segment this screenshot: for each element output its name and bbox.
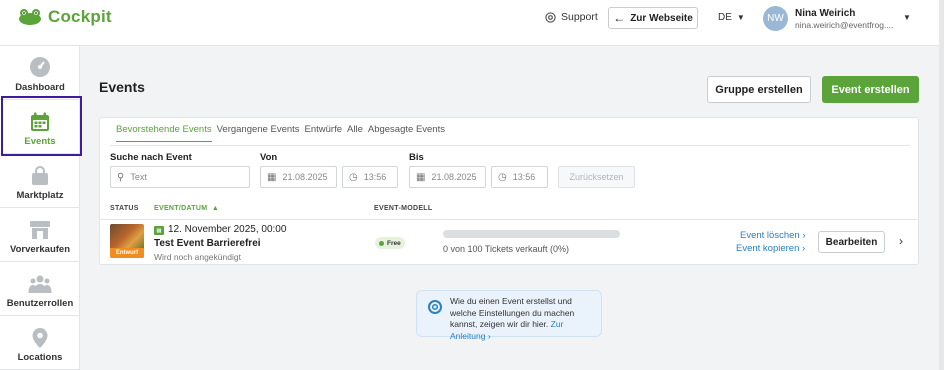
chevron-right-icon: › xyxy=(802,243,806,254)
user-name[interactable]: Nina Weirich xyxy=(795,8,855,19)
page-scrollbar[interactable] xyxy=(939,0,944,370)
tab-alle[interactable]: Alle xyxy=(347,124,363,142)
sidebar-item-dashboard[interactable]: Dashboard xyxy=(0,46,80,100)
gauge-icon xyxy=(30,57,50,77)
user-email: nina.weirich@eventfrog.... xyxy=(795,20,894,30)
sidebar-item-vorverkaufen[interactable]: Vorverkaufen xyxy=(0,208,80,262)
top-header: Cockpit Support ← Zur Webseite DE ▼ NW N… xyxy=(0,0,944,46)
language-select[interactable]: DE ▼ xyxy=(718,12,745,23)
column-header-event-date-label: EVENT/DATUM xyxy=(154,205,208,212)
page-title: Events xyxy=(99,79,145,95)
support-link[interactable]: Support xyxy=(545,11,598,23)
row-expand-chevron-icon[interactable]: › xyxy=(899,234,903,248)
sidebar-item-marktplatz[interactable]: Marktplatz xyxy=(0,154,80,208)
sort-ascending-icon: ▲ xyxy=(209,205,220,212)
tab-entwuerfe[interactable]: Entwürfe xyxy=(305,124,343,142)
chevron-right-icon: › xyxy=(802,230,806,241)
lifebuoy-icon xyxy=(545,11,556,23)
clock-icon: ◷ xyxy=(349,171,358,183)
help-info-box: Wie du einen Event erstellst und welche … xyxy=(416,290,602,341)
frog-icon xyxy=(19,9,41,25)
calendar-icon: ▦ xyxy=(267,171,277,183)
arrow-left-icon: ← xyxy=(613,11,626,25)
website-button-label: Zur Webseite xyxy=(630,12,693,24)
from-date-value: 21.08.2025 xyxy=(282,172,328,182)
table-divider xyxy=(100,219,918,220)
to-label: Bis xyxy=(409,152,424,163)
calendar-day-icon: ▦ xyxy=(154,226,164,235)
logo-text: Cockpit xyxy=(48,7,112,26)
event-tabs: Bevorstehende Events Vergangene Events E… xyxy=(116,124,450,142)
calendar-icon: ▦ xyxy=(416,171,426,183)
delete-event-label: Event löschen xyxy=(740,230,800,241)
column-header-status[interactable]: STATUS xyxy=(110,205,139,212)
support-label: Support xyxy=(561,11,598,23)
search-input[interactable]: ⚲ Text xyxy=(110,166,250,188)
search-label: Suche nach Event xyxy=(110,152,192,163)
event-model-badge: Free xyxy=(375,237,405,249)
event-thumbnail[interactable]: Entwurf xyxy=(110,224,144,258)
tabs-divider xyxy=(110,145,910,146)
column-header-event-date[interactable]: EVENT/DATUM ▲ xyxy=(154,205,219,212)
status-dot-icon xyxy=(379,240,384,246)
tab-abgesagte[interactable]: Abgesagte Events xyxy=(368,124,445,142)
tab-vergangene[interactable]: Vergangene Events xyxy=(217,124,300,142)
clock-icon: ◷ xyxy=(498,171,507,183)
copy-event-link[interactable]: Event kopieren › xyxy=(736,243,805,254)
events-card: Bevorstehende Events Vergangene Events E… xyxy=(99,117,919,265)
to-date-field[interactable]: ▦ 21.08.2025 xyxy=(409,166,486,188)
highlight-events-nav xyxy=(1,96,82,156)
chevron-down-icon: ▼ xyxy=(736,13,745,22)
create-event-button[interactable]: Event erstellen xyxy=(822,76,919,103)
to-time-field[interactable]: ◷ 13:56 xyxy=(491,166,548,188)
avatar[interactable]: NW xyxy=(763,6,788,31)
sidebar: Dashboard Events Marktplatz Vorverkaufen xyxy=(0,46,80,370)
cockpit-logo[interactable]: Cockpit xyxy=(18,7,112,27)
to-date-value: 21.08.2025 xyxy=(431,172,477,182)
website-button[interactable]: ← Zur Webseite xyxy=(608,7,698,29)
tickets-sold-text: 0 von 100 Tickets verkauft (0%) xyxy=(443,244,570,254)
create-group-button[interactable]: Gruppe erstellen xyxy=(707,76,811,103)
copy-event-label: Event kopieren xyxy=(736,243,800,254)
sidebar-item-locations[interactable]: Locations xyxy=(0,316,80,370)
sidebar-item-label: Dashboard xyxy=(15,82,65,93)
event-model-label: Free xyxy=(387,239,401,247)
search-icon: ⚲ xyxy=(117,171,125,183)
map-pin-icon xyxy=(32,328,48,348)
help-text: Wie du einen Event erstellst und welche … xyxy=(450,296,598,342)
from-date-field[interactable]: ▦ 21.08.2025 xyxy=(260,166,337,188)
sidebar-item-label: Marktplatz xyxy=(16,190,64,201)
reset-button[interactable]: Zurücksetzen xyxy=(558,166,635,188)
edit-button[interactable]: Bearbeiten xyxy=(818,231,885,253)
user-menu-chevron-icon[interactable]: ▼ xyxy=(903,13,911,22)
storefront-icon xyxy=(30,221,50,239)
delete-event-link[interactable]: Event löschen › xyxy=(740,230,806,241)
tab-bevorstehende[interactable]: Bevorstehende Events xyxy=(116,124,212,142)
from-label: Von xyxy=(260,152,278,163)
tickets-progress-bar xyxy=(443,230,620,238)
sidebar-item-label: Benutzerrollen xyxy=(6,298,74,309)
from-time-value: 13:56 xyxy=(363,172,387,182)
from-time-field[interactable]: ◷ 13:56 xyxy=(342,166,398,188)
search-placeholder: Text xyxy=(130,172,147,182)
event-date: 12. November 2025, 00:00 xyxy=(168,224,287,235)
language-value: DE xyxy=(718,12,732,23)
status-badge: Entwurf xyxy=(110,248,144,258)
event-name[interactable]: Test Event Barrierefrei xyxy=(154,238,261,249)
sidebar-item-label: Vorverkaufen xyxy=(9,244,70,255)
users-icon xyxy=(28,275,52,293)
shopping-bag-icon xyxy=(32,166,48,185)
to-time-value: 13:56 xyxy=(512,172,536,182)
sidebar-item-label: Locations xyxy=(17,352,63,363)
column-header-event-model[interactable]: EVENT-MODELL xyxy=(374,205,432,212)
event-subtitle: Wird noch angekündigt xyxy=(154,252,241,262)
lifebuoy-icon xyxy=(428,300,442,314)
sidebar-item-benutzerrollen[interactable]: Benutzerrollen xyxy=(0,262,80,316)
